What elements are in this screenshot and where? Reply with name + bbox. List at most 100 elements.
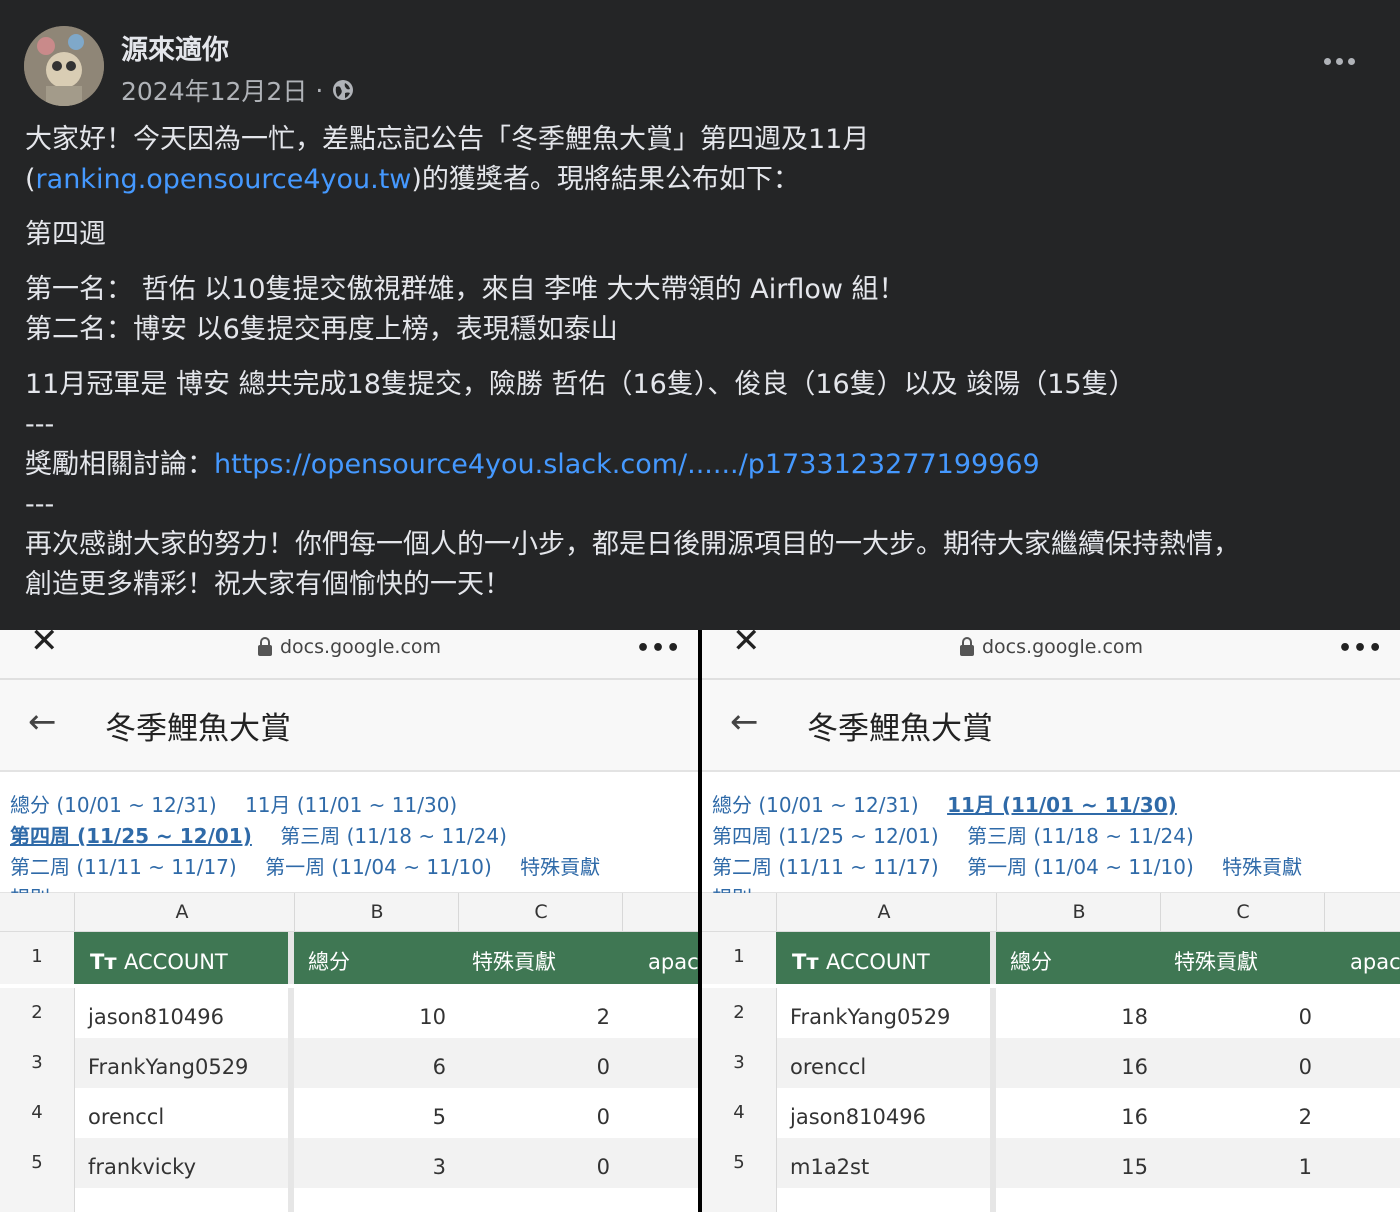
row-number[interactable]: 3 (702, 1038, 777, 1088)
table-row[interactable]: 5 m1a2st 15 1 (702, 1138, 1400, 1188)
post-date[interactable]: 2024年12月2日 (121, 72, 307, 108)
special-cell[interactable]: 0 (462, 1138, 610, 1188)
special-cell[interactable]: 2 (462, 988, 610, 1038)
total-cell[interactable]: 6 (298, 1038, 446, 1088)
corner-cell[interactable] (702, 893, 776, 931)
table-row[interactable]: 1 Tт ACCOUNT 總分 特殊貢獻 apacl (702, 932, 1400, 984)
author-name[interactable]: 源來適你 (121, 28, 229, 67)
row-number[interactable]: 2 (702, 988, 777, 1038)
close-icon[interactable]: ✕ (30, 630, 59, 658)
account-cell[interactable]: FrankYang0529 (790, 988, 950, 1038)
tab-week3[interactable]: 第三周 (11/18 ~ 11/24) (280, 824, 507, 848)
table-row[interactable]: 2 jason810496 10 2 (0, 988, 698, 1038)
special-cell[interactable]: 1 (1164, 1138, 1312, 1188)
table-row[interactable]: 4 orenccl 5 0 (0, 1088, 698, 1138)
column-header-d[interactable] (1324, 893, 1400, 931)
total-cell[interactable]: 10 (298, 988, 446, 1038)
row-number[interactable]: 4 (702, 1088, 777, 1138)
account-cell[interactable]: frankvicky (88, 1138, 196, 1188)
column-separator (288, 1138, 294, 1188)
table-row[interactable]: 5 frankvicky 3 0 (0, 1138, 698, 1188)
column-separator (288, 1088, 294, 1138)
row-number[interactable] (0, 1188, 75, 1212)
table-row[interactable]: 4 jason810496 16 2 (702, 1088, 1400, 1138)
slack-link[interactable]: https://opensource4you.slack.com/....../… (214, 449, 1040, 480)
screenshot-week4[interactable]: ✕ docs.google.com ••• ← 冬季鯉魚大賞 總分 (10/01… (0, 630, 698, 1212)
close-icon[interactable]: ✕ (732, 630, 761, 658)
special-cell[interactable]: 2 (1164, 1088, 1312, 1138)
total-header[interactable]: 總分 (1010, 932, 1052, 984)
row-number[interactable]: 3 (0, 1038, 75, 1088)
special-cell[interactable]: 0 (1164, 988, 1312, 1038)
screenshot-november[interactable]: ✕ docs.google.com ••• ← 冬季鯉魚大賞 總分 (10/01… (702, 630, 1400, 1212)
special-cell[interactable]: 0 (462, 1088, 610, 1138)
url-display[interactable]: docs.google.com (960, 636, 1143, 658)
tab-total[interactable]: 總分 (10/01 ~ 12/31) (712, 793, 919, 817)
tab-week2[interactable]: 第二周 (11/11 ~ 11/17) (10, 855, 237, 879)
column-header-c[interactable]: C (458, 893, 623, 931)
globe-icon[interactable] (331, 78, 355, 102)
special-header[interactable]: 特殊貢獻 (1174, 932, 1258, 984)
corner-cell[interactable] (0, 893, 74, 931)
more-horizontal-icon[interactable]: ••• (1338, 636, 1383, 661)
text-type-icon: Tт (792, 950, 819, 974)
column-header-b[interactable]: B (996, 893, 1161, 931)
total-cell[interactable]: 16 (1000, 1038, 1148, 1088)
account-header[interactable]: ACCOUNT (826, 932, 930, 984)
tab-special[interactable]: 特殊貢獻 (1222, 855, 1302, 879)
tab-week1[interactable]: 第一周 (11/04 ~ 11/10) (967, 855, 1194, 879)
account-cell[interactable]: FrankYang0529 (88, 1038, 248, 1088)
total-cell[interactable]: 16 (1000, 1088, 1148, 1138)
special-header[interactable]: 特殊貢獻 (472, 932, 556, 984)
tab-week3[interactable]: 第三周 (11/18 ~ 11/24) (967, 824, 1194, 848)
extra-header[interactable]: apacl (1350, 932, 1400, 984)
account-cell[interactable]: orenccl (790, 1038, 866, 1088)
tab-total[interactable]: 總分 (10/01 ~ 12/31) (10, 793, 217, 817)
tab-november[interactable]: 11月 (11/01 ~ 11/30) (947, 793, 1177, 817)
column-header-a[interactable]: A (776, 893, 991, 931)
ranking-link[interactable]: ranking.opensource4you.tw (36, 164, 412, 195)
row-number[interactable] (702, 1188, 777, 1212)
table-row[interactable]: 3 orenccl 16 0 (702, 1038, 1400, 1088)
back-arrow-icon[interactable]: ← (730, 702, 759, 742)
row-number[interactable]: 2 (0, 988, 75, 1038)
tab-november[interactable]: 11月 (11/01 ~ 11/30) (245, 793, 457, 817)
row-number[interactable]: 4 (0, 1088, 75, 1138)
more-horizontal-icon[interactable] (1318, 48, 1362, 76)
table-row[interactable]: 1 Tт ACCOUNT 總分 特殊貢獻 apacl (0, 932, 698, 984)
url-display[interactable]: docs.google.com (258, 636, 441, 658)
extra-header[interactable]: apacl (648, 932, 698, 984)
account-cell[interactable]: jason810496 (88, 988, 224, 1038)
row-number[interactable]: 5 (702, 1138, 777, 1188)
table-row[interactable]: 3 FrankYang0529 6 0 (0, 1038, 698, 1088)
total-cell[interactable]: 18 (1000, 988, 1148, 1038)
total-cell[interactable]: 3 (298, 1138, 446, 1188)
tab-week1[interactable]: 第一周 (11/04 ~ 11/10) (265, 855, 492, 879)
avatar[interactable] (24, 26, 104, 106)
column-header-a[interactable]: A (74, 893, 289, 931)
tab-week4[interactable]: 第四周 (11/25 ~ 12/01) (712, 824, 939, 848)
doc-title: 冬季鯉魚大賞 (105, 711, 291, 747)
tab-special[interactable]: 特殊貢獻 (520, 855, 600, 879)
column-header-b[interactable]: B (294, 893, 459, 931)
special-cell[interactable]: 0 (462, 1038, 610, 1088)
tab-week4[interactable]: 第四周 (11/25 ~ 12/01) (10, 824, 252, 848)
account-cell[interactable]: jason810496 (790, 1088, 926, 1138)
total-cell[interactable]: 5 (298, 1088, 446, 1138)
table-row[interactable]: 2 FrankYang0529 18 0 (702, 988, 1400, 1038)
account-header[interactable]: ACCOUNT (124, 932, 228, 984)
column-header-d[interactable] (622, 893, 698, 931)
back-arrow-icon[interactable]: ← (28, 702, 57, 742)
account-cell[interactable]: orenccl (88, 1088, 164, 1138)
column-header-c[interactable]: C (1160, 893, 1325, 931)
total-header[interactable]: 總分 (308, 932, 350, 984)
account-cell[interactable]: m1a2st (790, 1138, 869, 1188)
row-number[interactable]: 1 (0, 932, 75, 984)
row-number[interactable]: 1 (702, 932, 777, 984)
total-cell[interactable]: 15 (1000, 1138, 1148, 1188)
more-horizontal-icon[interactable]: ••• (636, 636, 681, 661)
tab-week2[interactable]: 第二周 (11/11 ~ 11/17) (712, 855, 939, 879)
row-number[interactable]: 5 (0, 1138, 75, 1188)
attached-screenshots[interactable]: ✕ docs.google.com ••• ← 冬季鯉魚大賞 總分 (10/01… (0, 630, 1400, 1212)
special-cell[interactable]: 0 (1164, 1038, 1312, 1088)
